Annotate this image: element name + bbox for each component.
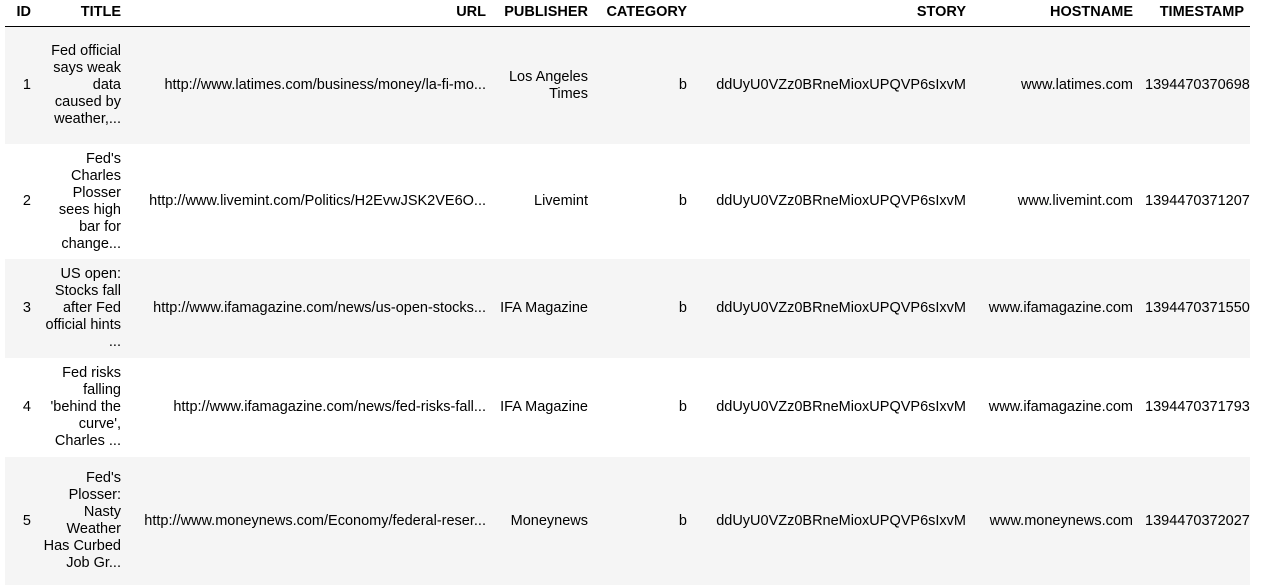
cell-id: 2 <box>22 193 31 209</box>
cell-story: ddUyU0VZz0BRneMioxUPQVP6sIxvM <box>716 300 966 316</box>
column-header-id: ID <box>16 4 32 20</box>
cell-category: b <box>678 399 687 415</box>
table-row: 1 Fed official says weak data caused by … <box>5 26 1250 144</box>
cell-publisher: IFA Magazine <box>500 300 588 316</box>
cell-timestamp: 1394470372027 <box>1145 512 1250 529</box>
table-row: 3 US open: Stocks fall after Fed officia… <box>5 259 1250 358</box>
column-header-publisher: PUBLISHER <box>504 4 588 20</box>
cell-hostname: www.livemint.com <box>1017 193 1133 209</box>
table-row: 4 Fed risks falling 'behind the curve', … <box>5 358 1250 457</box>
cell-publisher: Los Angeles Times <box>508 68 588 102</box>
cell-url: http://www.ifamagazine.com/news/fed-risk… <box>173 399 486 415</box>
cell-url: http://www.livemint.com/Politics/H2EvwJS… <box>149 193 486 209</box>
cell-id: 1 <box>22 77 31 93</box>
header-row: ID TITLE URL PUBLISHER CATEGORY STORY HO… <box>5 0 1250 27</box>
cell-title: Fed risks falling 'behind the curve', Ch… <box>50 365 122 449</box>
cell-id: 5 <box>22 512 31 529</box>
cell-publisher: Moneynews <box>510 512 588 529</box>
cell-hostname: www.latimes.com <box>1021 77 1133 93</box>
column-header-timestamp: TIMESTAMP <box>1159 4 1244 20</box>
cell-title: Fed official says weak data caused by we… <box>51 43 121 127</box>
cell-timestamp: 1394470371550 <box>1145 300 1250 316</box>
cell-hostname: www.moneynews.com <box>989 512 1133 529</box>
cell-timestamp: 1394470371207 <box>1145 193 1250 209</box>
cell-hostname: www.ifamagazine.com <box>988 399 1133 415</box>
column-header-url: URL <box>456 4 486 20</box>
table-row: 5 Fed's Plosser: Nasty Weather Has Curbe… <box>5 457 1250 585</box>
column-header-category: CATEGORY <box>606 4 687 20</box>
table-row: 2 Fed's Charles Plosser sees high bar fo… <box>5 144 1250 259</box>
cell-category: b <box>678 512 687 529</box>
column-header-hostname: HOSTNAME <box>1050 4 1133 20</box>
cell-story: ddUyU0VZz0BRneMioxUPQVP6sIxvM <box>716 399 966 415</box>
cell-category: b <box>678 300 687 316</box>
table-body: 1 Fed official says weak data caused by … <box>5 26 1250 585</box>
cell-story: ddUyU0VZz0BRneMioxUPQVP6sIxvM <box>716 512 966 529</box>
cell-story: ddUyU0VZz0BRneMioxUPQVP6sIxvM <box>716 77 966 93</box>
column-header-story: STORY <box>916 4 966 20</box>
cell-url: http://www.moneynews.com/Economy/federal… <box>144 512 486 529</box>
cell-title: Fed's Charles Plosser sees high bar for … <box>58 150 121 252</box>
cell-timestamp: 1394470370698 <box>1145 77 1250 93</box>
cell-story: ddUyU0VZz0BRneMioxUPQVP6sIxvM <box>716 193 966 209</box>
cell-id: 3 <box>22 300 31 316</box>
cell-publisher: IFA Magazine <box>500 399 588 415</box>
table-header: ID TITLE URL PUBLISHER CATEGORY STORY HO… <box>5 0 1250 27</box>
dataframe-table: ID TITLE URL PUBLISHER CATEGORY STORY HO… <box>5 0 1250 585</box>
cell-title: Fed's Plosser: Nasty Weather Has Curbed … <box>43 470 121 571</box>
cell-url: http://www.ifamagazine.com/news/us-open-… <box>153 300 486 316</box>
column-header-title: TITLE <box>80 4 121 20</box>
cell-category: b <box>678 77 687 93</box>
cell-category: b <box>678 193 687 209</box>
cell-timestamp: 1394470371793 <box>1145 399 1250 415</box>
cell-id: 4 <box>22 399 31 415</box>
cell-url: http://www.latimes.com/business/money/la… <box>164 77 486 93</box>
cell-title: US open: Stocks fall after Fed official … <box>45 266 122 350</box>
cell-publisher: Livemint <box>534 193 588 209</box>
cell-hostname: www.ifamagazine.com <box>988 300 1133 316</box>
